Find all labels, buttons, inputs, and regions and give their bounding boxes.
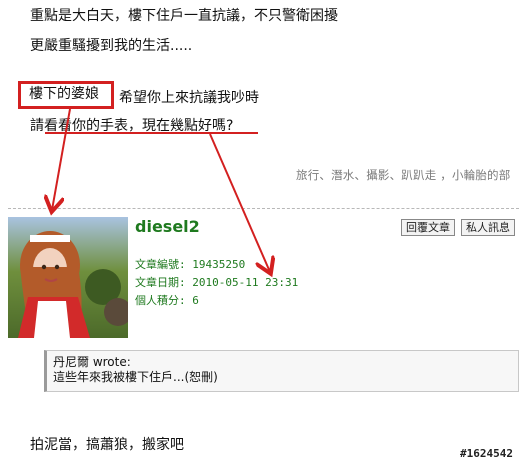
quote-author: 丹尼爾 wrote:	[53, 355, 131, 369]
body-line-3: 希望你上來抗議我吵時	[119, 90, 259, 106]
article-id: 文章編號: 19435250	[135, 258, 246, 271]
body-line-1: 重點是大白天，樓下住戶一直抗議，不只警衛困擾	[30, 8, 338, 24]
quote-text: 這些年來我被樓下住戶...(恕刪)	[53, 370, 218, 384]
quote-block: 丹尼爾 wrote: 這些年來我被樓下住戶...(恕刪)	[44, 350, 519, 392]
reply-button[interactable]: 回覆文章	[401, 219, 455, 236]
forum-post-screenshot: 重點是大白天，樓下住戶一直抗議，不只警衛困擾 更嚴重騷擾到我的生活..... 樓…	[0, 0, 519, 464]
red-underline-annotation	[45, 132, 258, 134]
avatar-image	[8, 217, 128, 338]
avatar	[8, 217, 128, 338]
private-message-button[interactable]: 私人訊息	[461, 219, 515, 236]
user-points: 個人積分: 6	[135, 294, 199, 307]
article-date: 文章日期: 2010-05-11 23:31	[135, 276, 299, 289]
arrow-to-date	[209, 133, 270, 272]
post-divider	[8, 208, 519, 209]
user-signature: 旅行、潛水、攝影、趴趴走 ，小輪胎的部	[296, 168, 511, 182]
post-number[interactable]: #1624542	[460, 447, 513, 460]
post-username[interactable]: diesel2	[135, 217, 200, 236]
body-line-5: 拍泥當，搞蕭狼，搬家吧	[30, 437, 184, 453]
highlighted-phrase-box: 樓下的婆娘	[18, 81, 114, 109]
body-line-2: 更嚴重騷擾到我的生活.....	[30, 38, 193, 54]
